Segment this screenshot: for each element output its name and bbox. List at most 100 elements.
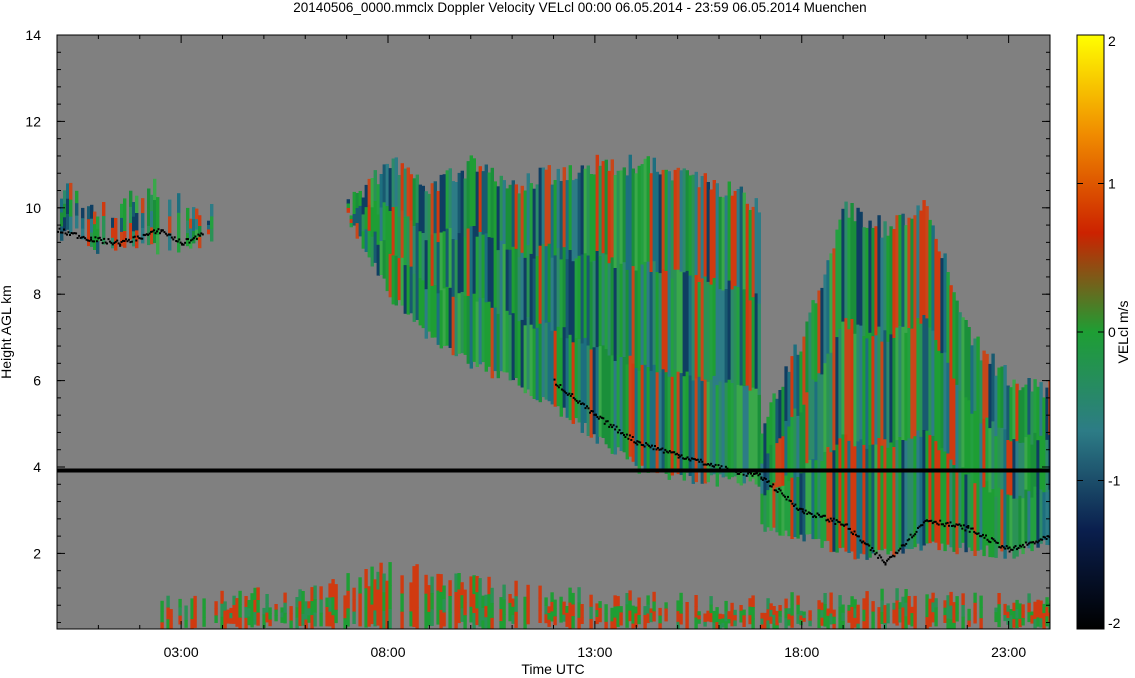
cloud-cell <box>859 325 863 440</box>
trace-point <box>95 240 98 243</box>
cloud-cell <box>628 590 632 601</box>
cloud-cell <box>295 597 299 608</box>
cloud-cell <box>619 263 623 358</box>
cloud-cell <box>877 615 881 624</box>
cloud-cell <box>847 610 851 617</box>
trace-point <box>760 476 763 479</box>
cloud-cell <box>610 621 614 629</box>
cloud-cell <box>1009 609 1013 616</box>
cloud-cell <box>427 193 431 241</box>
trace-point <box>602 417 605 420</box>
cloud-cell <box>508 594 512 604</box>
cloud-cell <box>397 175 401 217</box>
cloud-cell <box>664 608 668 616</box>
trace-point <box>1023 546 1026 549</box>
cloud-cell <box>379 241 383 275</box>
colorbar-tick-label: 2 <box>1108 33 1116 49</box>
cloud-cell <box>568 587 572 604</box>
cloud-cell <box>925 318 929 432</box>
cloud-cell <box>466 295 470 364</box>
cloud-cell <box>328 597 332 613</box>
cloud-cell <box>1018 618 1022 628</box>
cloud-cell <box>805 392 809 464</box>
cloud-cell <box>997 427 1001 489</box>
cloud-cell <box>568 334 572 421</box>
cloud-cell <box>598 607 602 616</box>
cloud-cell <box>1039 600 1043 610</box>
cloud-cell <box>979 423 983 487</box>
cloud-cell <box>862 336 866 446</box>
trace-point <box>606 420 609 423</box>
trace-point <box>939 519 942 522</box>
trace-point <box>609 423 612 426</box>
cloud-cell <box>625 593 629 605</box>
cloud-cell <box>445 228 449 288</box>
trace-point <box>614 428 617 431</box>
cloud-cell <box>358 190 362 207</box>
cloud-cell <box>778 605 782 612</box>
cloud-cell <box>427 598 431 613</box>
cloud-cell <box>844 434 848 552</box>
cloud-cell <box>925 594 929 607</box>
cloud-cell <box>973 592 977 604</box>
cloud-cell <box>556 326 560 407</box>
cloud-cell <box>385 163 389 207</box>
cloud-cell <box>556 168 560 249</box>
cloud-cell <box>922 315 926 431</box>
cloud-cell <box>598 614 602 623</box>
cloud-cell <box>169 623 173 629</box>
cloud-cell <box>679 613 683 625</box>
cloud-cell <box>397 216 401 259</box>
cloud-cell <box>424 574 428 595</box>
cloud-cell <box>517 321 521 386</box>
cloud-cell <box>526 610 530 625</box>
cloud-cell <box>166 595 170 608</box>
cloud-cell <box>577 617 581 629</box>
cloud-cell <box>355 223 359 239</box>
cloud-cell <box>358 609 362 627</box>
velocity-chart: 20140506_0000.mmclx Doppler Velocity VEL… <box>0 0 1131 677</box>
cloud-cell <box>367 612 371 627</box>
cloud-cell <box>253 612 257 625</box>
x-tick-label: 18:00 <box>784 644 819 660</box>
cloud-cell <box>123 214 127 232</box>
trace-point <box>758 473 761 476</box>
cloud-cell <box>364 569 368 589</box>
cloud-cell <box>868 445 872 558</box>
cloud-cell <box>544 246 548 324</box>
cloud-cell <box>373 594 377 611</box>
trace-point <box>184 241 187 244</box>
cloud-cell <box>1003 365 1007 430</box>
cloud-cell <box>817 455 821 539</box>
cloud-cell <box>703 621 707 627</box>
cloud-cell <box>466 161 470 229</box>
cloud-cell <box>310 615 314 629</box>
cloud-cell <box>424 289 428 339</box>
cloud-cell <box>511 598 515 608</box>
cloud-cell <box>454 610 458 629</box>
cloud-cell <box>676 269 680 373</box>
cloud-cell <box>829 613 833 625</box>
cloud-cell <box>901 326 905 441</box>
cloud-cell <box>775 487 779 533</box>
cloud-cell <box>841 208 845 323</box>
cloud-cell <box>547 606 551 614</box>
cloud-cell <box>742 615 746 622</box>
cloud-cell <box>901 440 905 554</box>
trace-point <box>103 237 106 240</box>
cloud-cell <box>526 597 530 612</box>
cloud-cell <box>697 611 701 616</box>
cloud-cell <box>502 244 506 309</box>
cloud-cell <box>460 595 464 609</box>
cloud-cell <box>613 175 617 269</box>
cloud-cell <box>1006 611 1010 619</box>
cloud-cell <box>526 584 530 599</box>
cloud-cell <box>928 219 932 328</box>
cloud-cell <box>226 618 230 624</box>
cloud-cell <box>412 586 416 607</box>
cloud-cell <box>352 599 356 612</box>
trace-point <box>908 538 911 541</box>
cloud-cell <box>670 180 674 280</box>
cloud-cell <box>250 593 254 605</box>
cloud-cell <box>1033 601 1037 611</box>
